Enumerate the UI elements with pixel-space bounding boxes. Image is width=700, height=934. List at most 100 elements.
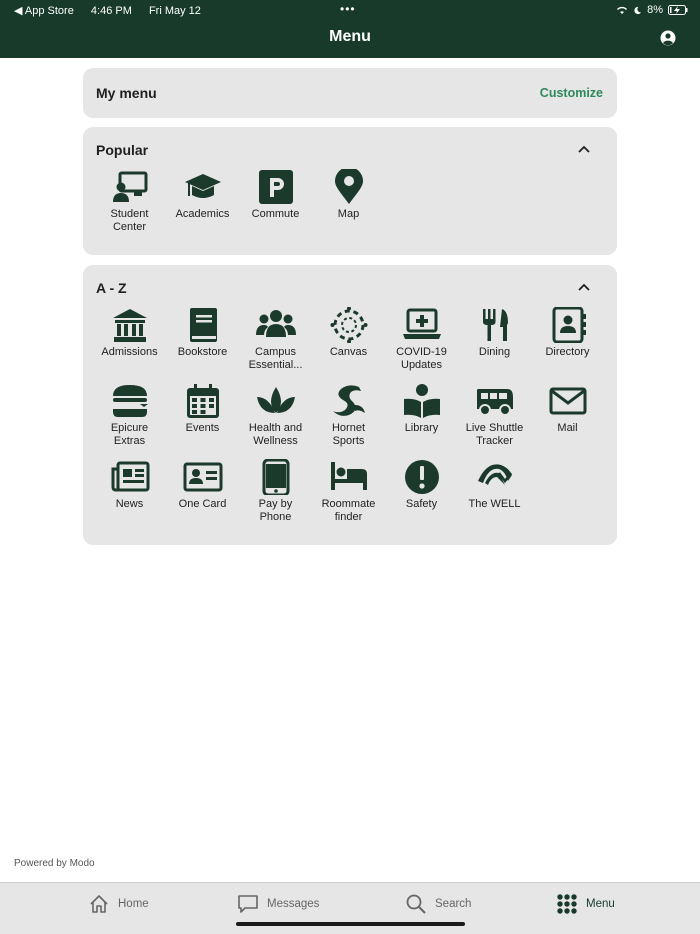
az-tile-label: Admissions: [101, 346, 158, 358]
popular-tile-label: Academics: [175, 208, 230, 220]
message-bubble-icon: [238, 895, 258, 913]
az-tile[interactable]: The WELL: [458, 459, 531, 511]
powered-by: Powered by Modo: [14, 858, 95, 869]
building-icon: [112, 309, 147, 342]
customize-button[interactable]: Customize: [540, 86, 603, 100]
popular-tile[interactable]: Student Center: [93, 169, 166, 233]
search-icon: [406, 894, 426, 914]
az-tile-label: One Card: [178, 498, 227, 510]
laptop-medical-icon: [402, 308, 441, 339]
well-logo-icon: [477, 464, 512, 485]
az-tile-label: Epicure Extras: [110, 422, 149, 447]
id-card-icon: [183, 462, 222, 492]
status-bar: ◀ App Store 4:46 PM Fri May 12 ••• 8%: [0, 2, 700, 18]
calendar-icon: [186, 384, 219, 418]
profile-icon[interactable]: [660, 30, 676, 46]
az-tile[interactable]: Campus Essential...: [239, 307, 312, 371]
people-icon: [255, 310, 296, 337]
az-tile[interactable]: Epicure Extras: [93, 383, 166, 447]
tab-bar: Home Messages Search Menu: [0, 882, 700, 934]
popular-tile-label: Student Center: [110, 208, 149, 233]
moon-icon: [634, 6, 642, 14]
graduation-cap-icon: [184, 174, 221, 198]
phone-icon: [262, 459, 289, 495]
az-tile[interactable]: COVID-19 Updates: [385, 307, 458, 371]
az-tile-label: Pay by Phone: [258, 498, 293, 523]
az-tile[interactable]: Hornet Sports: [312, 383, 385, 447]
exclamation-icon: [404, 460, 439, 494]
az-tile-label: Safety: [405, 498, 438, 510]
popular-card: Popular Student Center Academics Commute Ma…: [83, 127, 617, 255]
home-icon: [90, 895, 108, 913]
az-tile[interactable]: Events: [166, 383, 239, 435]
burger-icon: [111, 385, 148, 417]
student-center-icon: [112, 171, 147, 202]
az-tile[interactable]: News: [93, 459, 166, 511]
az-tile-label: Health and Wellness: [248, 422, 303, 447]
az-tile[interactable]: One Card: [166, 459, 239, 511]
az-tile-label: Bookstore: [177, 346, 228, 358]
newspaper-icon: [111, 461, 149, 492]
popular-tile-label: Map: [337, 208, 360, 220]
popular-tile[interactable]: Commute: [239, 169, 312, 221]
az-tile[interactable]: Admissions: [93, 307, 166, 359]
az-tile[interactable]: Live Shuttle Tracker: [458, 383, 531, 447]
az-tile[interactable]: Health and Wellness: [239, 383, 312, 447]
az-tile-label: Events: [185, 422, 220, 434]
az-tile[interactable]: Canvas: [312, 307, 385, 359]
envelope-icon: [549, 387, 586, 415]
az-tile-label: News: [115, 498, 144, 510]
az-tile-label: Live Shuttle Tracker: [465, 422, 524, 447]
az-tile-label: The WELL: [468, 498, 521, 510]
parking-icon: [258, 170, 293, 204]
bed-icon: [330, 462, 367, 490]
tab-menu[interactable]: Menu: [556, 893, 615, 915]
my-menu-card: My menu Customize: [83, 68, 617, 118]
az-tile[interactable]: Safety: [385, 459, 458, 511]
tab-home[interactable]: Home: [88, 893, 149, 915]
tab-messages-label: Messages: [267, 898, 320, 910]
az-tile-label: Directory: [545, 346, 590, 358]
az-tile[interactable]: Bookstore: [166, 307, 239, 359]
tab-messages[interactable]: Messages: [237, 893, 319, 915]
tab-home-label: Home: [118, 898, 149, 910]
az-tile[interactable]: Dining: [458, 307, 531, 359]
app-header: ◀ App Store 4:46 PM Fri May 12 ••• 8% Me…: [0, 0, 700, 58]
az-tile-label: Library: [404, 422, 439, 434]
chevron-up-icon[interactable]: [577, 145, 591, 154]
battery-charging-icon: [668, 5, 688, 15]
my-menu-title: My menu: [96, 85, 157, 101]
battery-percent: 8%: [647, 4, 663, 16]
az-tile[interactable]: Mail: [531, 383, 604, 435]
multitask-dots-icon[interactable]: •••: [340, 2, 356, 16]
chevron-up-icon[interactable]: [577, 283, 591, 292]
tab-menu-label: Menu: [586, 898, 615, 910]
hornet-logo-icon: [332, 385, 365, 416]
canvas-icon: [330, 307, 367, 343]
map-pin-icon: [334, 169, 363, 204]
az-tile[interactable]: Directory: [531, 307, 604, 359]
popular-tile-label: Commute: [251, 208, 300, 220]
az-tile[interactable]: Roommate finder: [312, 459, 385, 523]
popular-title: Popular: [96, 142, 149, 158]
az-tile-label: Hornet Sports: [331, 422, 366, 447]
az-card: A - Z Admissions Bookstore Campus Essentia…: [83, 265, 617, 545]
az-title: A - Z: [96, 280, 127, 296]
tab-search[interactable]: Search: [405, 893, 471, 915]
az-tile-label: Dining: [478, 346, 511, 358]
status-time: 4:46 PM: [90, 5, 132, 17]
lotus-icon: [256, 387, 295, 413]
popular-tile[interactable]: Academics: [166, 169, 239, 221]
az-tile-label: Campus Essential...: [248, 346, 303, 371]
popular-tile[interactable]: Map: [312, 169, 385, 221]
status-date: Fri May 12: [148, 5, 201, 17]
az-tile-label: Canvas: [329, 346, 368, 358]
tab-search-label: Search: [435, 898, 472, 910]
bus-icon: [476, 389, 513, 416]
utensils-icon: [482, 309, 508, 341]
az-tile[interactable]: Pay by Phone: [239, 459, 312, 523]
address-book-icon: [552, 307, 586, 343]
back-to-app-store[interactable]: ◀ App Store: [14, 5, 74, 17]
book-icon: [189, 308, 217, 342]
az-tile[interactable]: Library: [385, 383, 458, 435]
